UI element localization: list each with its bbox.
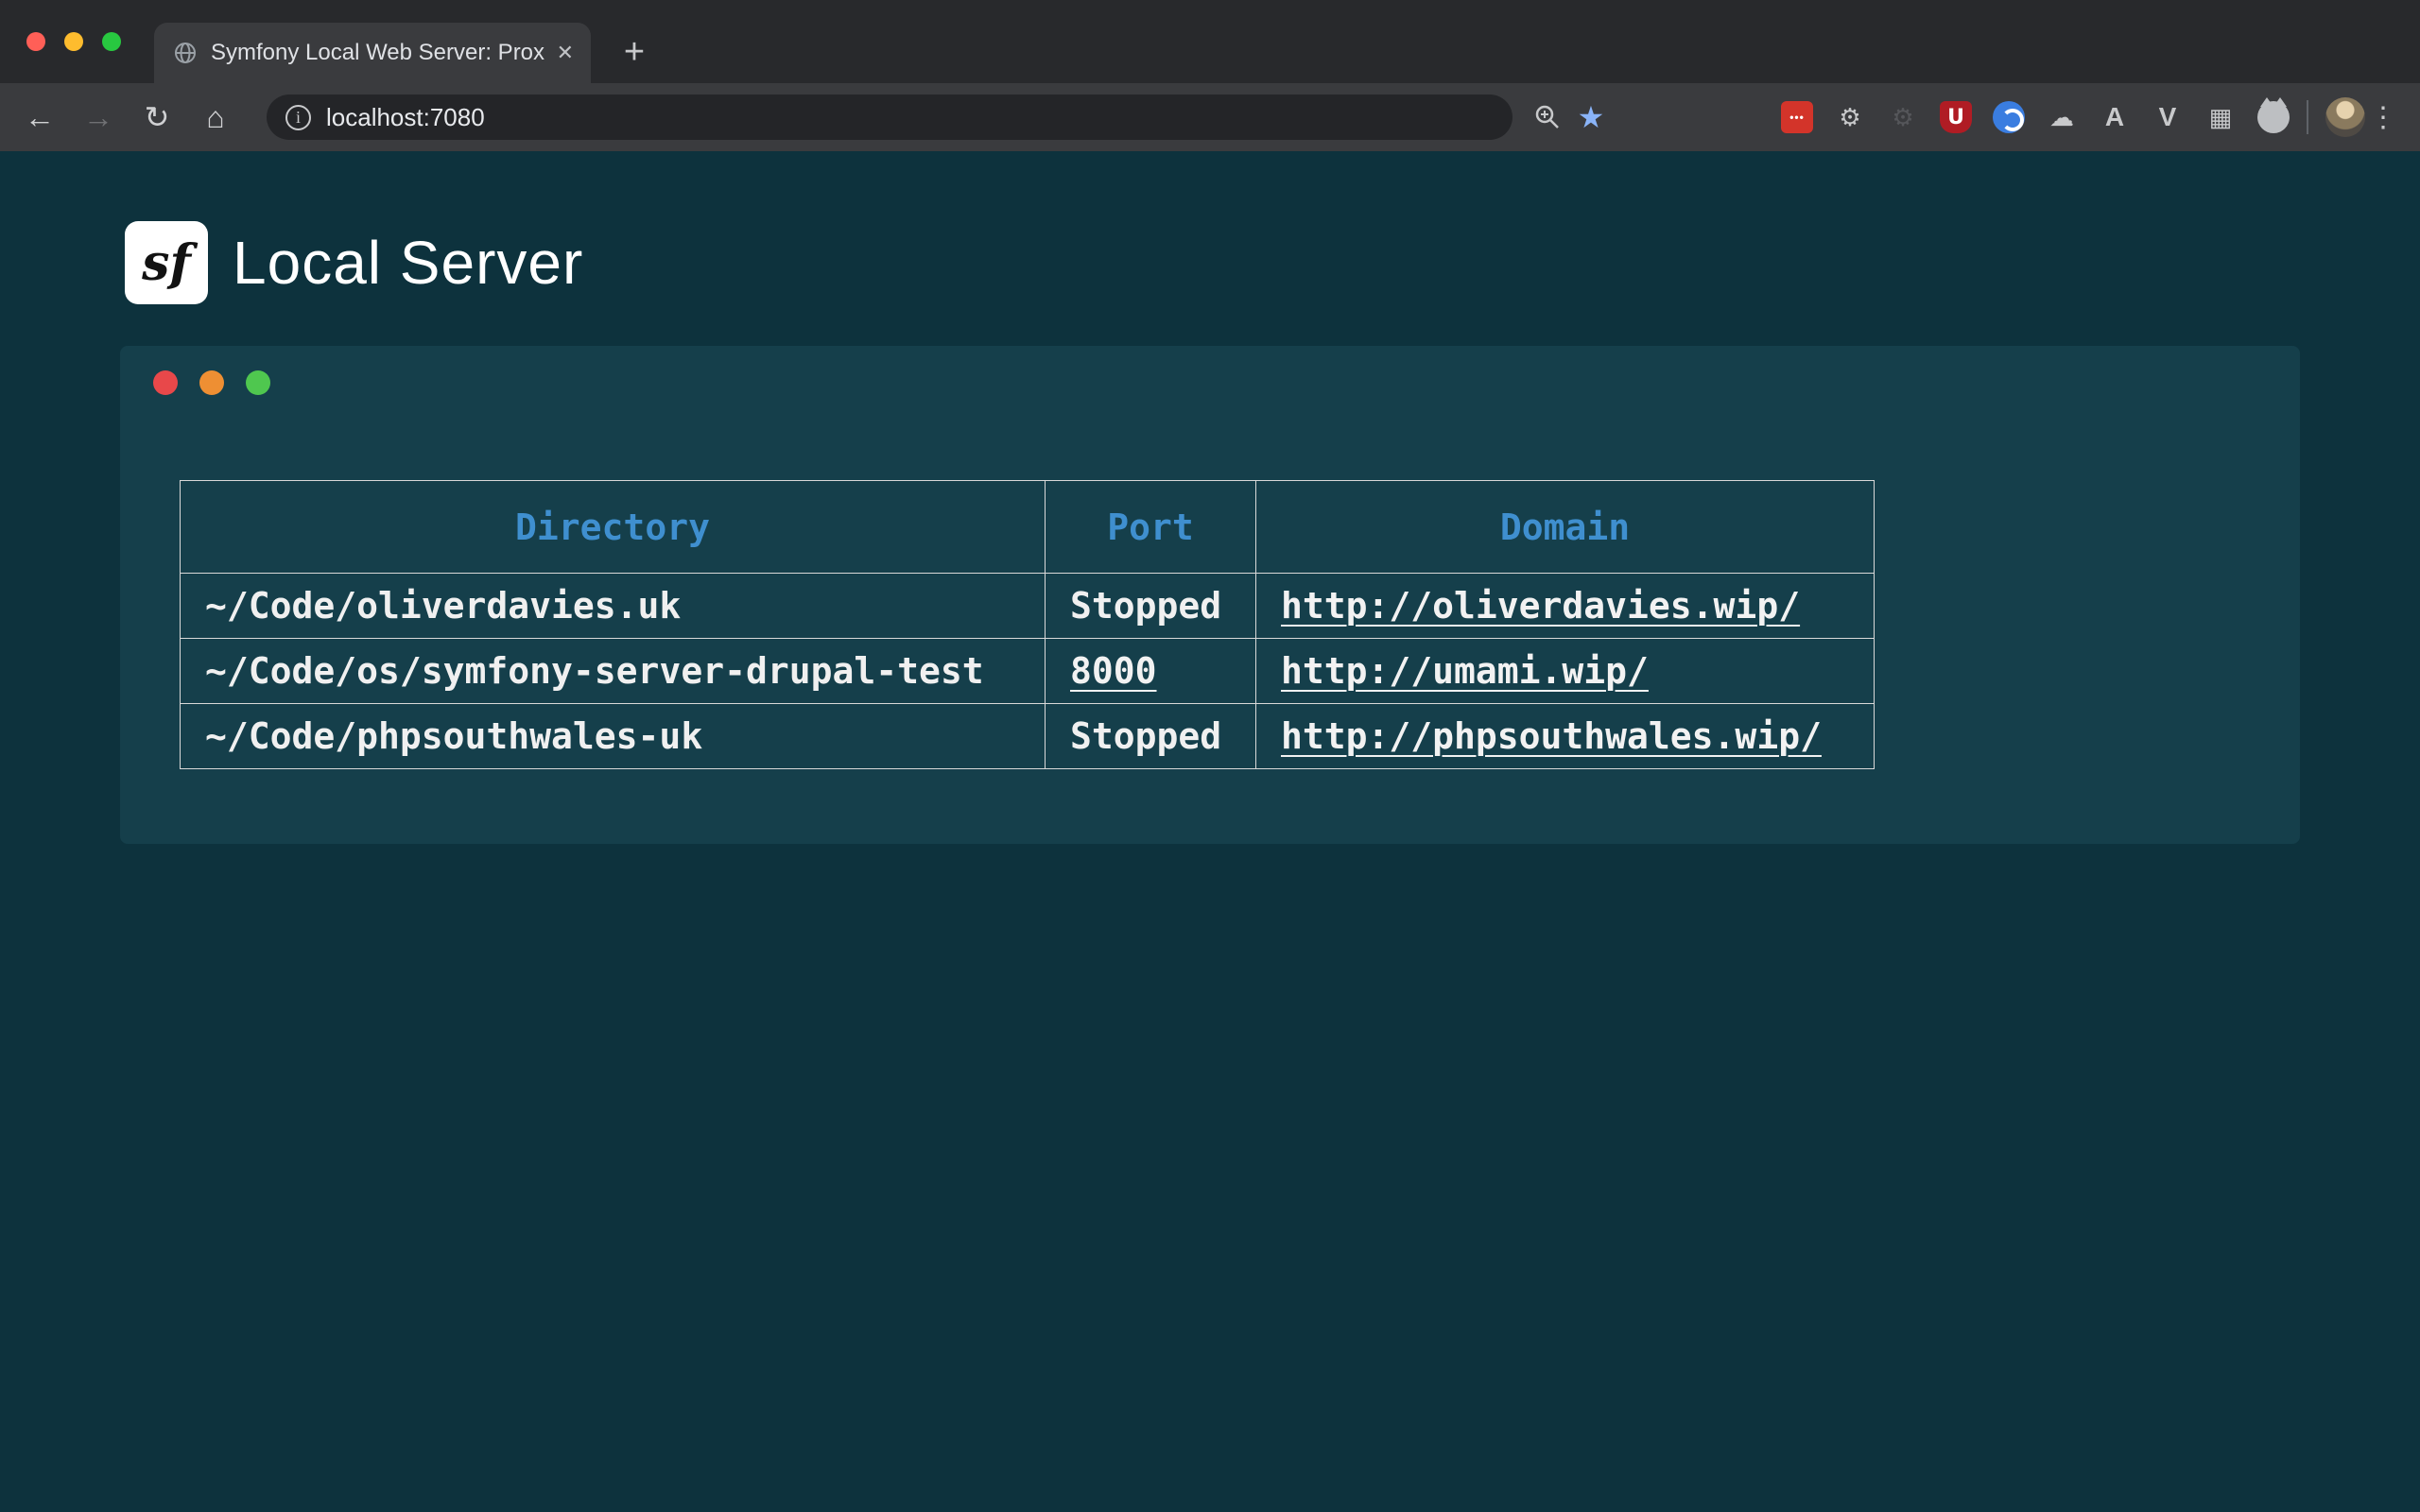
directory-cell: ~/Code/os/symfony-server-drupal-test xyxy=(181,639,1046,704)
fullscreen-window-button[interactable] xyxy=(102,32,121,51)
server-card: Directory Port Domain ~/Code/oliverdavie… xyxy=(120,346,2300,844)
extension-ublock-icon[interactable]: U xyxy=(1940,101,1972,133)
browser-menu-icon[interactable]: ⋮ xyxy=(2365,101,2401,134)
site-info-icon[interactable]: i xyxy=(285,105,311,130)
brand-header: sf Local Server xyxy=(125,221,583,304)
column-header-domain: Domain xyxy=(1256,481,1875,574)
close-window-button[interactable] xyxy=(26,32,45,51)
card-orange-dot-icon xyxy=(199,370,224,395)
table-row: ~/Code/phpsouthwales-uk Stopped http://p… xyxy=(181,704,1875,769)
symfony-logo-icon: sf xyxy=(125,221,208,304)
domain-cell: http://umami.wip/ xyxy=(1256,639,1875,704)
card-window-dots xyxy=(153,370,270,395)
tab-strip: Symfony Local Web Server: Prox ✕ + xyxy=(0,0,2420,83)
domain-cell: http://oliverdavies.wip/ xyxy=(1256,574,1875,639)
extension-blue-circle-icon[interactable] xyxy=(1993,101,2025,133)
column-header-directory: Directory xyxy=(181,481,1046,574)
extensions-area: ••• ⚙ ⚙ U ☁ A V ▦ xyxy=(1781,101,2290,133)
profile-avatar[interactable] xyxy=(2325,97,2365,137)
extension-a-icon[interactable]: A xyxy=(2099,101,2131,133)
extension-github-icon[interactable] xyxy=(2257,101,2290,133)
extension-cloud-icon[interactable]: ☁ xyxy=(2046,101,2078,133)
tab-title: Symfony Local Web Server: Prox xyxy=(211,40,547,66)
directory-cell: ~/Code/phpsouthwales-uk xyxy=(181,704,1046,769)
card-red-dot-icon xyxy=(153,370,178,395)
close-tab-icon[interactable]: ✕ xyxy=(557,41,574,65)
zoom-icon[interactable] xyxy=(1526,95,1569,139)
directory-cell: ~/Code/oliverdavies.uk xyxy=(181,574,1046,639)
extension-red-dots-icon[interactable]: ••• xyxy=(1781,101,1813,133)
browser-toolbar: ← → ↻ ⌂ i localhost:7080 ★ ••• ⚙ ⚙ U ☁ A… xyxy=(0,83,2420,151)
reload-button[interactable]: ↻ xyxy=(136,96,178,138)
port-link[interactable]: 8000 xyxy=(1070,650,1157,692)
bookmark-star-icon[interactable]: ★ xyxy=(1569,95,1613,139)
domain-link[interactable]: http://umami.wip/ xyxy=(1281,650,1649,692)
extension-grid-icon[interactable]: ▦ xyxy=(2204,101,2237,133)
url-text[interactable]: localhost:7080 xyxy=(326,103,485,132)
home-button[interactable]: ⌂ xyxy=(195,96,236,138)
column-header-port: Port xyxy=(1046,481,1256,574)
port-status-cell: 8000 xyxy=(1046,639,1256,704)
forward-button[interactable]: → xyxy=(78,96,119,138)
table-header-row: Directory Port Domain xyxy=(181,481,1875,574)
port-status-cell: Stopped xyxy=(1046,704,1256,769)
browser-tab[interactable]: Symfony Local Web Server: Prox ✕ xyxy=(154,23,591,83)
address-bar[interactable]: i localhost:7080 xyxy=(267,94,1512,140)
back-button[interactable]: ← xyxy=(19,96,60,138)
favicon-globe-icon xyxy=(173,41,198,65)
extension-v-icon[interactable]: V xyxy=(2152,101,2184,133)
toolbar-divider xyxy=(2307,100,2308,134)
extension-gear-light-icon[interactable]: ⚙ xyxy=(1834,101,1866,133)
port-status-cell: Stopped xyxy=(1046,574,1256,639)
servers-table: Directory Port Domain ~/Code/oliverdavie… xyxy=(180,480,1875,769)
table-row: ~/Code/oliverdavies.uk Stopped http://ol… xyxy=(181,574,1875,639)
domain-cell: http://phpsouthwales.wip/ xyxy=(1256,704,1875,769)
table-row: ~/Code/os/symfony-server-drupal-test 800… xyxy=(181,639,1875,704)
new-tab-button[interactable]: + xyxy=(615,34,653,70)
domain-link[interactable]: http://phpsouthwales.wip/ xyxy=(1281,715,1822,757)
extension-gear-dark-icon[interactable]: ⚙ xyxy=(1887,101,1919,133)
page-title: Local Server xyxy=(233,228,583,298)
window-controls xyxy=(26,32,121,51)
card-green-dot-icon xyxy=(246,370,270,395)
domain-link[interactable]: http://oliverdavies.wip/ xyxy=(1281,585,1800,627)
page-content: sf Local Server Directory Port Domain ~/… xyxy=(0,151,2420,1512)
minimize-window-button[interactable] xyxy=(64,32,83,51)
